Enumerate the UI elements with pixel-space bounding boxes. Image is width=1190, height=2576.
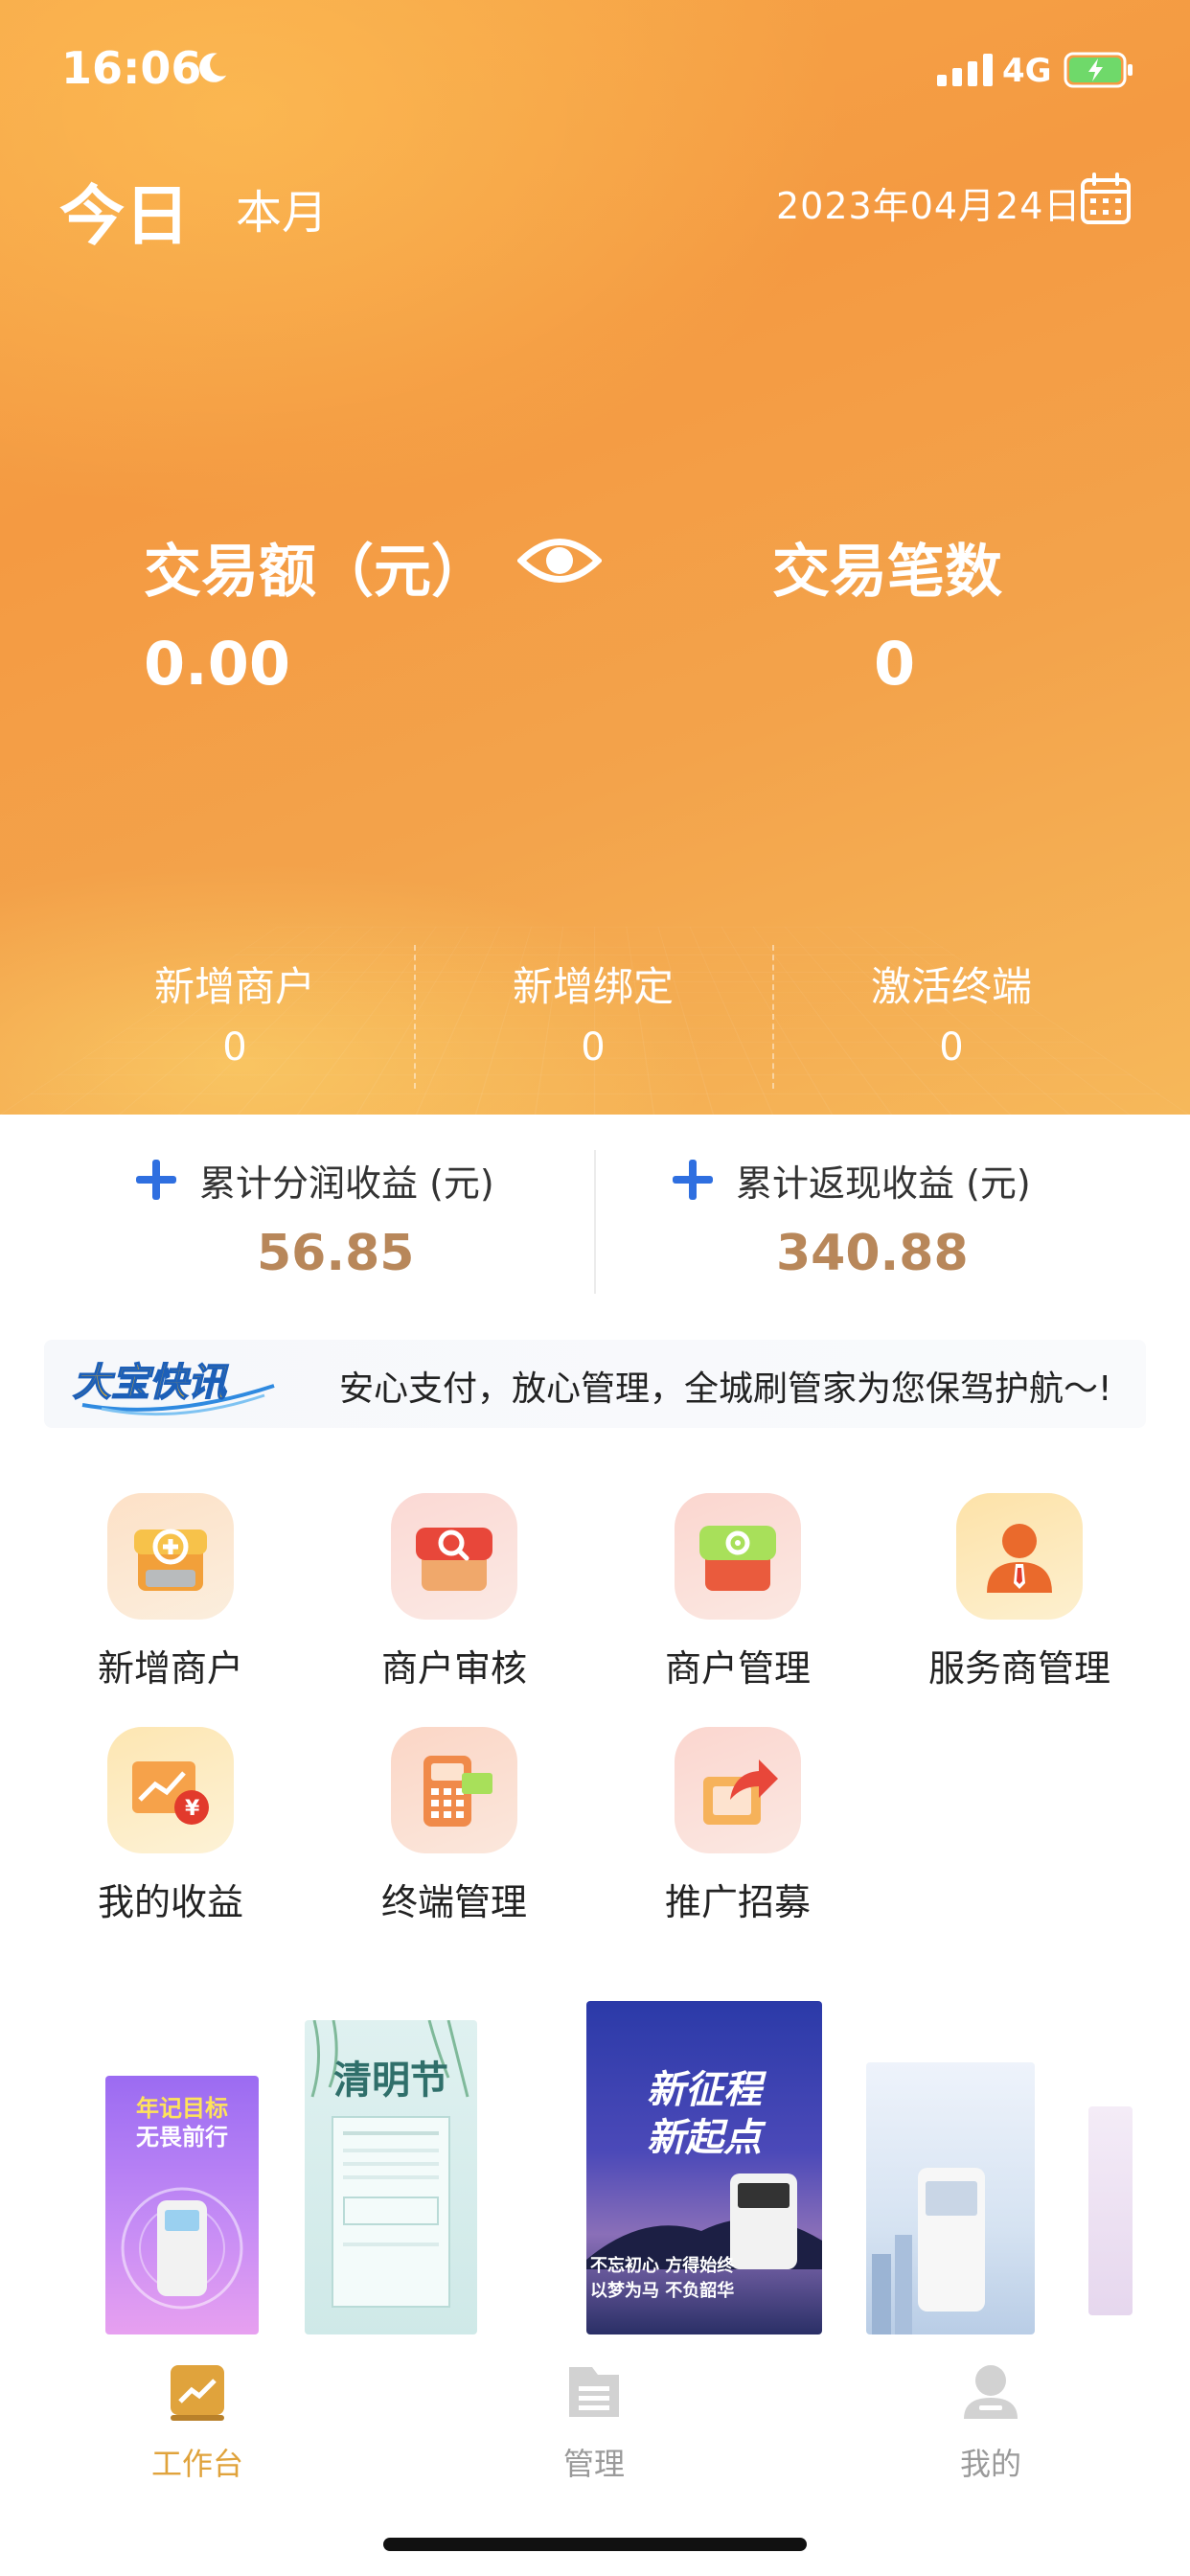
poster-2-title: 清明节 [333,2058,448,2103]
news-message: 安心支付，放心管理，全城刷管家为您保驾护航～! [339,1369,1112,1409]
cashback-earnings[interactable]: 累计返现收益 (元) 340.88 [671,1150,1092,1303]
profit-share-value: 56.85 [257,1225,415,1282]
amount-label: 交易额（元） [144,539,489,606]
income-chart-icon: ¥ [107,1727,234,1853]
count-label: 交易笔数 [772,539,1002,606]
pos-terminal-illustration [121,2187,243,2310]
promo-poster-5[interactable] [1088,2106,1133,2315]
poster-3-caption-line1: 不忘初心 方得始终 [590,2256,735,2276]
poster-3-caption-line2: 以梦为马 不负韶华 [590,2281,735,2301]
list-icon [569,2367,619,2417]
profit-share-earnings[interactable]: 累计分润收益 (元) 56.85 [134,1150,556,1303]
activated-terminals-value: 0 [939,1025,964,1070]
tab-this-month[interactable]: 本月 [236,174,328,242]
amount-value: 0.00 [144,629,290,699]
home-indicator [383,2538,807,2551]
nav-me[interactable]: 我的 [895,2361,1087,2496]
city-pos-illustration [872,2168,985,2334]
earnings-divider [594,1150,596,1294]
app-screen: 16:06 4G 今日 本月 2023年04月24日 交易额（元） 0.00 交… [0,0,1190,2576]
menu-merchant-review[interactable]: 商户审核 [339,1493,569,1704]
new-merchants-label: 新增商户 [153,963,315,1010]
news-ticker[interactable]: 大宝快讯 安心支付，放心管理，全城刷管家为您保驾护航～! [44,1340,1146,1428]
eye-icon[interactable] [517,529,602,592]
new-bindings-value: 0 [581,1025,606,1070]
add-store-icon [107,1493,234,1620]
signal-icon [937,54,993,86]
menu-promotion-label: 推广招募 [664,1881,811,1923]
cashback-value: 340.88 [776,1225,969,1282]
menu-terminal-management-label: 终端管理 [380,1881,527,1923]
menu-merchant-review-label: 商户审核 [380,1647,527,1690]
svg-text:¥: ¥ [185,1797,200,1821]
nav-me-label: 我的 [959,2446,1021,2482]
dashboard-icon [171,2365,224,2421]
menu-promotion-recruit[interactable]: 推广招募 [623,1727,853,1938]
cashback-label: 累计返现收益 (元) [736,1162,1031,1205]
promo-poster-2[interactable]: 清明节 [305,2020,477,2334]
network-label: 4G [1002,52,1052,90]
news-logo-text: 大宝快讯 [73,1361,229,1405]
nav-manage[interactable]: 管理 [498,2361,690,2496]
poster-1-title-line2: 无畏前行 [136,2124,228,2150]
profit-share-label: 累计分润收益 (元) [199,1162,494,1205]
new-bindings-label: 新增绑定 [512,963,674,1010]
menu-my-earnings[interactable]: ¥ 我的收益 [56,1727,286,1938]
menu-merchant-management[interactable]: 商户管理 [623,1493,853,1704]
notice-card [332,2116,450,2308]
status-bar: 16:06 4G [0,0,1190,134]
menu-terminal-management[interactable]: 终端管理 [339,1727,569,1938]
menu-add-merchant-label: 新增商户 [97,1647,243,1690]
date-label[interactable]: 2023年04月24日 [776,176,1081,229]
status-time: 16:06 [61,42,202,94]
promo-poster-1[interactable]: 年记目标 无畏前行 [105,2076,259,2334]
person-icon [956,1493,1083,1620]
promo-poster-3[interactable]: 新征程 新起点 不忘初心 方得始终 以梦为马 不负韶华 [586,2001,822,2334]
news-logo: 大宝快讯 [72,1360,275,1416]
hero-panel: 16:06 4G 今日 本月 2023年04月24日 交易额（元） 0.00 交… [0,0,1190,1115]
user-icon [964,2365,1018,2419]
new-merchants-value: 0 [222,1025,247,1070]
menu-service-provider-label: 服务商管理 [927,1647,1110,1690]
menu-merchant-management-label: 商户管理 [664,1647,811,1690]
settings-store-icon [675,1493,801,1620]
nav-manage-label: 管理 [562,2446,625,2482]
plus-icon [136,1160,176,1200]
search-store-icon [391,1493,517,1620]
activated-terminals-label: 激活终端 [870,963,1032,1010]
calendar-icon[interactable] [1079,172,1133,226]
nav-workbench-label: 工作台 [150,2446,243,2482]
battery-charging-icon [1064,52,1133,88]
promo-poster-4[interactable] [866,2062,1035,2334]
menu-service-provider-management[interactable]: 服务商管理 [904,1493,1134,1704]
share-icon [675,1727,801,1853]
nav-workbench[interactable]: 工作台 [102,2361,293,2496]
tab-today[interactable]: 今日 [59,163,190,258]
terminal-icon [391,1727,517,1853]
menu-my-earnings-label: 我的收益 [97,1881,243,1923]
plus-icon [673,1160,713,1200]
moon-icon [199,53,227,82]
menu-add-merchant[interactable]: 新增商户 [56,1493,286,1704]
count-value: 0 [874,629,916,699]
